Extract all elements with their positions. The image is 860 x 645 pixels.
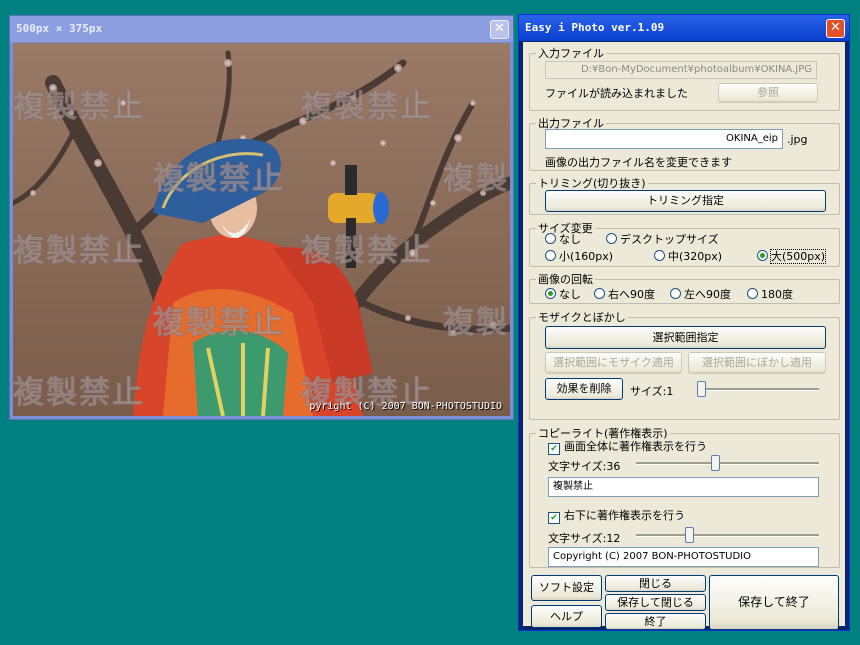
exit-button[interactable]: 終了: [605, 613, 706, 630]
slider-thumb[interactable]: [685, 527, 694, 543]
input-file-legend: 入力ファイル: [538, 47, 604, 60]
radio-icon: [654, 250, 665, 261]
checkbox-checked-icon: ✔: [548, 443, 560, 455]
remove-effect-button[interactable]: 効果を削除: [545, 378, 623, 400]
radio-icon: [670, 288, 681, 299]
main-title: Easy i Photo ver.1.09: [519, 15, 849, 41]
trim-button[interactable]: トリミング指定: [545, 190, 826, 212]
watermark-text: 複製禁止: [13, 233, 145, 270]
preview-window[interactable]: 500px × 375px ✕ 複製禁止 複製禁止 複製禁止 複製 複製禁止 複…: [9, 15, 514, 420]
radio-icon: [747, 288, 758, 299]
apply-mosaic-button[interactable]: 選択範囲にモザイク適用: [545, 352, 682, 374]
slider-track: [636, 534, 819, 537]
size-option-label: 中(320px): [668, 250, 723, 263]
mosaic-legend: モザイクとぼかし: [538, 311, 626, 324]
output-ext-label: .jpg: [787, 133, 808, 146]
watermark-text: 複製禁止: [443, 161, 511, 198]
input-path-field: D:¥Bon-MyDocument¥photoalbum¥OKINA.JPG: [545, 61, 817, 79]
browse-button[interactable]: 参照: [718, 83, 818, 103]
rotate-option-label: 右へ90度: [608, 288, 655, 301]
slider-track: [636, 462, 819, 465]
watermark-text: 複製禁止: [301, 89, 433, 126]
watermark-text: 複製禁止: [153, 305, 285, 342]
corner-copyright-checkbox[interactable]: ✔ 右下に著作権表示を行う: [548, 509, 685, 524]
corner-size-label: 文字サイズ:12: [548, 532, 621, 545]
full-copyright-text-input[interactable]: 複製禁止: [548, 477, 819, 497]
rotate-option-label: 180度: [761, 288, 793, 301]
apply-blur-button[interactable]: 選択範囲にぼかし適用: [688, 352, 826, 374]
photo-copyright-overlay: pyright (C) 2007 BON-PHOTOSTUDIO: [309, 401, 502, 412]
select-area-button[interactable]: 選択範囲指定: [545, 326, 826, 349]
output-hint-text: 画像の出力ファイル名を変更できます: [545, 156, 732, 169]
rotate-legend: 画像の回転: [538, 273, 593, 286]
save-exit-button[interactable]: 保存して終了: [709, 575, 839, 630]
size-option-medium[interactable]: 中(320px): [654, 250, 722, 264]
slider-thumb[interactable]: [697, 381, 706, 397]
input-status-text: ファイルが読み込まれました: [545, 87, 688, 100]
radio-selected-icon: [757, 250, 768, 261]
full-copyright-label: 画面全体に著作権表示を行う: [564, 440, 707, 453]
watermark-text: 複製禁止: [13, 375, 145, 412]
size-option-large[interactable]: 大(500px): [757, 249, 827, 264]
radio-icon: [606, 233, 617, 244]
watermark-text: 複製禁止: [443, 305, 511, 342]
rotate-option-right90[interactable]: 右へ90度: [594, 288, 655, 302]
output-filename-input[interactable]: OKINA_eip: [545, 129, 783, 149]
main-window[interactable]: Easy i Photo ver.1.09 ✕ 入力ファイル D:¥Bon-My…: [518, 14, 850, 631]
preview-close-icon[interactable]: ✕: [490, 20, 509, 39]
checkbox-checked-icon: ✔: [548, 512, 560, 524]
corner-copyright-label: 右下に著作権表示を行う: [564, 509, 685, 522]
rotate-option-label: 左へ90度: [684, 288, 731, 301]
radio-selected-icon: [545, 288, 556, 299]
close-button[interactable]: 閉じる: [605, 575, 706, 592]
trim-legend: トリミング(切り抜き): [538, 177, 646, 190]
main-client-area: 入力ファイル D:¥Bon-MyDocument¥photoalbum¥OKIN…: [523, 42, 845, 630]
size-option-label: なし: [559, 233, 581, 246]
mosaic-size-label: サイズ:1: [630, 385, 674, 398]
preview-photo: 複製禁止 複製禁止 複製禁止 複製禁止 複製禁止 複製禁止 複製禁止 複製禁止 …: [13, 43, 510, 416]
help-button[interactable]: ヘルプ: [531, 605, 602, 628]
save-close-button[interactable]: 保存して閉じる: [605, 594, 706, 611]
rotate-option-180[interactable]: 180度: [747, 288, 793, 302]
watermark-text: 複製禁止: [153, 161, 285, 198]
watermark-text: 複製禁止: [13, 89, 145, 126]
slider-track: [697, 388, 819, 391]
corner-size-slider[interactable]: [636, 526, 819, 544]
radio-icon: [594, 288, 605, 299]
soft-settings-button[interactable]: ソフト設定: [531, 575, 602, 601]
rotate-option-left90[interactable]: 左へ90度: [670, 288, 731, 302]
full-size-label: 文字サイズ:36: [548, 460, 621, 473]
rotate-option-label: なし: [559, 288, 581, 301]
size-option-label: デスクトップサイズ: [620, 233, 719, 246]
main-close-icon[interactable]: ✕: [826, 19, 845, 38]
radio-icon: [545, 250, 556, 261]
corner-copyright-text-input[interactable]: Copyright (C) 2007 BON-PHOTOSTUDIO: [548, 547, 819, 567]
rotate-option-none[interactable]: なし: [545, 288, 581, 302]
size-option-desktop[interactable]: デスクトップサイズ: [606, 233, 719, 247]
size-option-label: 小(160px): [559, 250, 614, 263]
size-option-label: 大(500px): [769, 249, 827, 264]
radio-icon: [545, 233, 556, 244]
slider-thumb[interactable]: [711, 455, 720, 471]
mosaic-size-slider[interactable]: [697, 380, 819, 398]
copyright-legend: コピーライト(著作権表示): [538, 427, 668, 440]
size-option-none[interactable]: なし: [545, 233, 581, 247]
full-copyright-checkbox[interactable]: ✔ 画面全体に著作権表示を行う: [548, 440, 707, 455]
watermark-text: 複製禁止: [301, 233, 433, 270]
full-size-slider[interactable]: [636, 454, 819, 472]
size-option-small[interactable]: 小(160px): [545, 250, 613, 264]
preview-title: 500px × 375px: [10, 16, 513, 42]
